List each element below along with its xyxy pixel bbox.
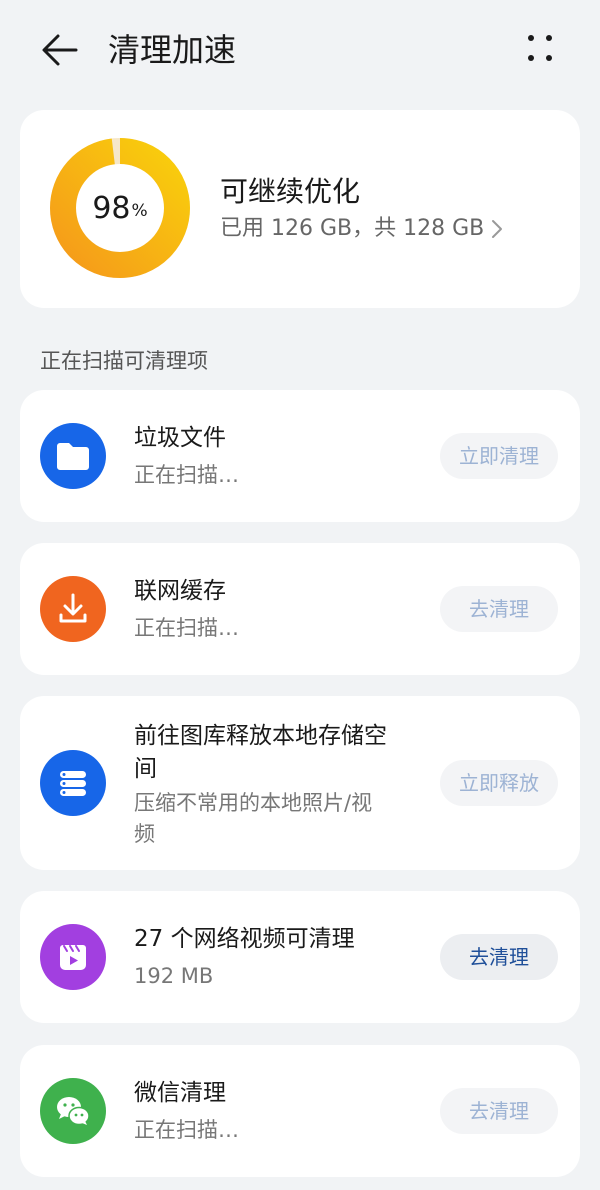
release-now-button[interactable]: 立即释放 [440,760,558,806]
storage-summary-card[interactable]: 98% 可继续优化 已用 126 GB，共 128 GB [20,110,580,308]
video-icon [40,924,106,990]
item-title-line2: 间 [134,756,157,782]
section-title: 正在扫描可清理项 [40,349,208,373]
storage-percent-value: 98 [92,190,131,226]
arrow-left-icon [42,34,78,66]
wechat-icon [40,1078,106,1144]
list-item-wechat[interactable]: 微信清理 正在扫描… 去清理 [20,1045,580,1177]
item-subtitle: 正在扫描… [134,616,239,640]
item-title: 垃圾文件 [134,425,226,451]
back-button[interactable] [36,26,84,74]
item-subtitle: 192 MB [134,964,214,988]
download-icon [40,576,106,642]
storage-usage-link[interactable]: 已用 126 GB，共 128 GB [220,214,504,244]
list-item-junk-files[interactable]: 垃圾文件 正在扫描… 立即清理 [20,390,580,522]
storage-stack-icon [40,750,106,816]
item-title: 联网缓存 [134,578,226,604]
storage-status: 可继续优化 [220,175,361,208]
storage-percent: 98% [50,138,190,278]
folder-icon [40,423,106,489]
go-clean-button[interactable]: 去清理 [440,586,558,632]
more-options-button[interactable] [518,28,562,72]
item-title: 27 个网络视频可清理 [134,926,355,952]
clean-now-button[interactable]: 立即清理 [440,433,558,479]
item-subtitle-line2: 频 [134,822,155,846]
go-clean-button[interactable]: 去清理 [440,934,558,980]
item-subtitle: 正在扫描… [134,463,239,487]
chevron-right-icon [492,220,503,238]
item-title: 微信清理 [134,1080,226,1106]
list-item-network-videos[interactable]: 27 个网络视频可清理 192 MB 去清理 [20,891,580,1023]
more-dots-icon [528,35,552,61]
item-subtitle-line1: 压缩不常用的本地照片/视 [134,791,373,815]
go-clean-button[interactable]: 去清理 [440,1088,558,1134]
list-item-gallery-release[interactable]: 前往图库释放本地存储空 间 压缩不常用的本地照片/视 频 立即释放 [20,696,580,870]
storage-usage-text: 已用 126 GB，共 128 GB [220,216,485,241]
item-subtitle: 正在扫描… [134,1118,239,1142]
top-app-bar: 清理加速 [0,0,600,100]
storage-percent-sign: % [131,201,148,221]
page-title: 清理加速 [108,31,237,69]
list-item-network-cache[interactable]: 联网缓存 正在扫描… 去清理 [20,543,580,675]
item-title-line1: 前往图库释放本地存储空 [134,723,387,749]
